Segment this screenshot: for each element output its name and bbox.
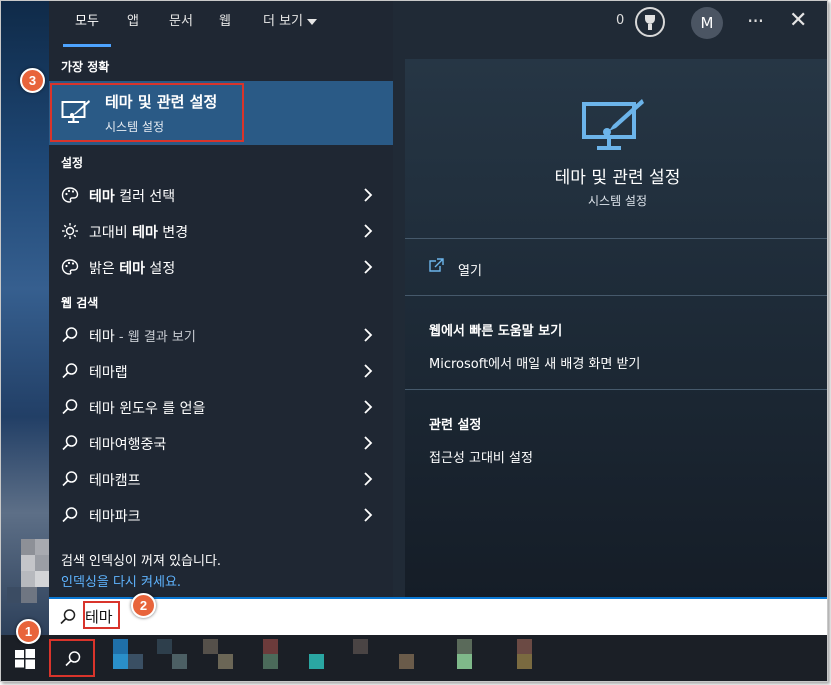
- settings-item-high-contrast[interactable]: 고대비 테마 변경: [49, 213, 393, 249]
- search-icon: [62, 435, 78, 451]
- web-search-label: 테마 - 웹 결과 보기: [89, 329, 196, 345]
- tab-more-label: 더 보기: [262, 14, 303, 29]
- taskbar-search-button[interactable]: [49, 639, 95, 677]
- tab-documents[interactable]: 문서: [161, 1, 201, 47]
- search-icon: [62, 327, 78, 343]
- palette-icon: [61, 259, 79, 275]
- web-search-item[interactable]: 테마여행중국: [49, 425, 393, 461]
- blurred-tile: [21, 587, 37, 603]
- preview-subtitle: 시스템 설정: [587, 194, 647, 208]
- windows-start-icon[interactable]: [15, 649, 35, 669]
- rewards-points: 0: [616, 13, 625, 28]
- web-help-heading: 웹에서 빠른 도움말 보기: [429, 324, 563, 339]
- tab-apps[interactable]: 앱: [119, 1, 147, 47]
- divider: [405, 238, 827, 239]
- tab-more[interactable]: 더 보기: [251, 1, 329, 47]
- blurred-app-icon: [353, 639, 368, 654]
- trophy-icon[interactable]: [635, 7, 665, 37]
- search-box[interactable]: [49, 597, 827, 635]
- settings-item-label: 밝은 테마 설정: [89, 261, 176, 277]
- web-search-label: 테마 윈도우 를 얻을: [89, 401, 206, 417]
- step-badge-2: 2: [131, 593, 156, 618]
- search-icon: [62, 363, 78, 379]
- screenshot-frame: 가장 정확 테마 및 관련 설정 시스템 설정 설정 테마 컬러 선택 고대비 …: [0, 0, 828, 682]
- blurred-app-icon: [399, 654, 414, 669]
- related-settings-link[interactable]: 접근성 고대비 설정: [429, 447, 533, 466]
- chevron-right-icon: [364, 472, 373, 486]
- web-search-item[interactable]: 테마캠프: [49, 461, 393, 497]
- chevron-right-icon: [364, 328, 373, 342]
- search-icon: [65, 651, 81, 667]
- blurred-app-icon: [309, 654, 324, 669]
- sun-icon: [62, 223, 78, 239]
- chevron-right-icon: [364, 400, 373, 414]
- search-icon: [62, 399, 78, 415]
- settings-item-light-theme[interactable]: 밝은 테마 설정: [49, 249, 393, 285]
- web-search-label: 테마랩: [89, 365, 128, 381]
- blurred-app-icon: [517, 639, 532, 654]
- blurred-app-icon: [218, 654, 233, 669]
- blurred-app-icon: [157, 639, 172, 654]
- tab-web[interactable]: 웹: [213, 1, 237, 47]
- blurred-app-icon: [172, 654, 187, 669]
- chevron-down-icon: [307, 18, 317, 25]
- open-action[interactable]: 열기: [458, 260, 482, 279]
- settings-heading: 설정: [61, 156, 84, 170]
- search-panel: 가장 정확 테마 및 관련 설정 시스템 설정 설정 테마 컬러 선택 고대비 …: [49, 1, 827, 597]
- web-search-label: 테마캠프: [89, 473, 141, 489]
- tab-all[interactable]: 모두: [63, 1, 111, 47]
- results-pane: 가장 정확 테마 및 관련 설정 시스템 설정 설정 테마 컬러 선택 고대비 …: [49, 1, 393, 597]
- indexing-notice: 검색 인덱싱이 꺼져 있습니다.: [61, 554, 222, 569]
- chevron-right-icon: [364, 224, 373, 238]
- chevron-right-icon: [364, 364, 373, 378]
- web-help-link[interactable]: Microsoft에서 매일 새 배경 화면 받기: [429, 353, 640, 372]
- web-search-item[interactable]: 테마파크: [49, 497, 393, 533]
- blurred-app-icon: [128, 654, 143, 669]
- web-search-label: 테마여행중국: [89, 437, 167, 453]
- open-icon: [429, 258, 444, 272]
- palette-icon: [61, 187, 79, 203]
- web-search-heading: 웹 검색: [61, 296, 99, 310]
- best-match-heading: 가장 정확: [61, 60, 110, 74]
- blurred-app-icon: [203, 639, 218, 654]
- blurred-app-icon: [263, 654, 278, 669]
- highlight-outline: [83, 601, 120, 629]
- blurred-app-icon: [457, 654, 472, 669]
- related-settings-heading: 관련 설정: [429, 418, 482, 433]
- search-icon: [62, 507, 78, 523]
- filter-tabs: 모두 앱 문서 웹 더 보기 0 M ··· ✕: [49, 1, 827, 47]
- desktop-wallpaper: [1, 1, 51, 641]
- chevron-right-icon: [364, 188, 373, 202]
- web-search-item[interactable]: 테마랩: [49, 353, 393, 389]
- theme-settings-icon: [582, 99, 644, 150]
- highlight-outline: [50, 83, 244, 142]
- settings-item-label: 테마 컬러 선택: [89, 189, 176, 205]
- blurred-app-icon: [113, 654, 128, 669]
- search-icon: [60, 609, 76, 625]
- enable-indexing-link[interactable]: 인덱싱을 다시 켜세요.: [61, 571, 181, 590]
- chevron-right-icon: [364, 508, 373, 522]
- preview-pane: 테마 및 관련 설정 시스템 설정 열기 웹에서 빠른 도움말 보기 Micro…: [405, 59, 827, 597]
- web-search-label: 테마파크: [89, 509, 141, 525]
- settings-item-theme-color[interactable]: 테마 컬러 선택: [49, 177, 393, 213]
- settings-item-label: 고대비 테마 변경: [89, 225, 189, 241]
- divider: [405, 389, 827, 390]
- preview-title: 테마 및 관련 설정: [554, 168, 681, 188]
- blurred-app-icon: [263, 639, 278, 654]
- chevron-right-icon: [364, 436, 373, 450]
- web-search-item[interactable]: 테마 윈도우 를 얻을: [49, 389, 393, 425]
- blurred-app-icon: [113, 639, 128, 654]
- search-icon: [62, 471, 78, 487]
- avatar[interactable]: M: [691, 7, 723, 39]
- blurred-app-icon: [517, 654, 532, 669]
- blurred-app-icon: [457, 639, 472, 654]
- step-badge-3: 3: [20, 68, 45, 93]
- web-search-item[interactable]: 테마 - 웹 결과 보기: [49, 317, 393, 353]
- more-options-icon[interactable]: ···: [747, 9, 771, 33]
- chevron-right-icon: [364, 260, 373, 274]
- taskbar: [1, 635, 827, 681]
- step-badge-1: 1: [16, 619, 41, 644]
- close-icon[interactable]: ✕: [789, 10, 807, 32]
- divider: [405, 295, 827, 296]
